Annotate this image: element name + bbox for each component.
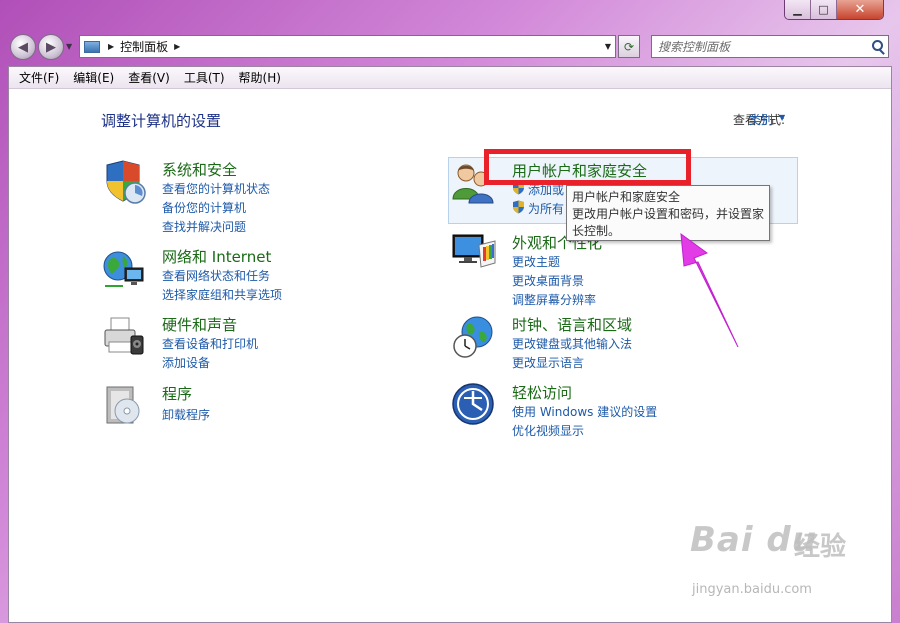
close-button[interactable]: ✕ xyxy=(837,0,883,19)
chevron-down-icon[interactable]: ▼ xyxy=(779,113,785,122)
category-title[interactable]: 硬件和声音 xyxy=(162,314,237,335)
programs-icon xyxy=(106,386,140,424)
menu-help[interactable]: 帮助(H) xyxy=(233,69,287,86)
watermark-text: 经验 xyxy=(794,532,847,562)
link-troubleshoot[interactable]: 查找并解决问题 xyxy=(162,218,246,235)
forward-button[interactable]: ▶ xyxy=(38,34,64,60)
uac-shield-icon xyxy=(513,200,524,214)
back-button[interactable]: ◀ xyxy=(10,34,36,60)
link-network-status[interactable]: 查看网络状态和任务 xyxy=(162,267,270,284)
category-programs: 程序 卸载程序 xyxy=(101,383,401,428)
category-title[interactable]: 时钟、语言和区域 xyxy=(512,314,632,335)
minimize-icon: ▁ xyxy=(793,3,802,16)
close-icon: ✕ xyxy=(854,2,866,17)
view-mode-selector[interactable]: 类别 xyxy=(749,111,773,128)
printer-icon xyxy=(104,317,144,355)
category-title[interactable]: 程序 xyxy=(162,383,192,404)
menu-tools[interactable]: 工具(T) xyxy=(178,69,231,86)
tooltip: 用户帐户和家庭安全 更改用户帐户设置和密码，并设置家长控制。 xyxy=(566,185,770,241)
tooltip-title: 用户帐户和家庭安全 xyxy=(572,190,681,204)
category-ease-of-access: 轻松访问 使用 Windows 建议的设置 优化视频显示 xyxy=(451,380,751,438)
tooltip-description: 更改用户帐户设置和密码，并设置家长控制。 xyxy=(572,207,765,238)
link-desktop-background[interactable]: 更改桌面背景 xyxy=(512,272,584,289)
window-controls: ▁ □ ✕ xyxy=(784,0,884,20)
watermark-url: jingyan.baidu.com xyxy=(692,582,812,597)
category-title[interactable]: 系统和安全 xyxy=(162,159,237,180)
ease-of-access-icon xyxy=(452,383,494,425)
recent-pages-dropdown[interactable]: ▼ xyxy=(66,42,72,51)
control-panel-icon xyxy=(84,40,100,53)
shield-icon xyxy=(106,160,146,204)
globe-network-icon xyxy=(103,251,144,287)
link-view-computer-status[interactable]: 查看您的计算机状态 xyxy=(162,180,270,197)
clock-globe-icon xyxy=(453,316,493,358)
minimize-button[interactable]: ▁ xyxy=(785,0,811,19)
arrow-left-icon: ◀ xyxy=(18,39,28,55)
menu-bar: 文件(F) 编辑(E) 查看(V) 工具(T) 帮助(H) xyxy=(9,67,891,89)
menu-file[interactable]: 文件(F) xyxy=(13,69,65,86)
category-network-internet: 网络和 Internet 查看网络状态和任务 选择家庭组和共享选项 xyxy=(101,246,401,303)
search-input[interactable] xyxy=(652,36,862,57)
link-backup-computer[interactable]: 备份您的计算机 xyxy=(162,199,246,216)
refresh-button[interactable]: ⟳ xyxy=(618,35,640,58)
link-display-language[interactable]: 更改显示语言 xyxy=(512,354,584,371)
maximize-icon: □ xyxy=(818,3,829,16)
link-homegroup[interactable]: 选择家庭组和共享选项 xyxy=(162,286,282,303)
category-title[interactable]: 轻松访问 xyxy=(512,382,572,403)
search-box xyxy=(651,35,889,58)
link-add-device[interactable]: 添加设备 xyxy=(162,354,210,371)
address-bar[interactable]: ▶ 控制面板 ▶ ▼ xyxy=(79,35,616,58)
link-keyboard-input[interactable]: 更改键盘或其他输入法 xyxy=(512,335,632,352)
link-change-theme[interactable]: 更改主题 xyxy=(512,253,560,270)
category-title[interactable]: 网络和 Internet xyxy=(162,246,271,267)
chevron-right-icon[interactable]: ▶ xyxy=(108,42,114,51)
category-hardware-sound: 硬件和声音 查看设备和打印机 添加设备 xyxy=(101,314,401,371)
navigation-bar: ◀ ▶ ▼ ▶ 控制面板 ▶ ▼ ⟳ xyxy=(0,30,900,62)
baidu-watermark: Bai du 经验 jingyan.baidu.com xyxy=(690,520,890,610)
search-icon[interactable] xyxy=(872,40,883,51)
menu-edit[interactable]: 编辑(E) xyxy=(67,69,120,86)
category-clock-language-region: 时钟、语言和区域 更改键盘或其他输入法 更改显示语言 xyxy=(451,314,751,371)
breadcrumb-control-panel[interactable]: 控制面板 xyxy=(120,38,168,55)
page-title: 调整计算机的设置 xyxy=(101,112,222,130)
arrow-right-icon: ▶ xyxy=(46,39,56,55)
link-devices-printers[interactable]: 查看设备和打印机 xyxy=(162,335,258,352)
chevron-right-icon[interactable]: ▶ xyxy=(174,42,180,51)
link-optimize-display[interactable]: 优化视频显示 xyxy=(512,422,584,439)
link-windows-recommended[interactable]: 使用 Windows 建议的设置 xyxy=(512,403,657,420)
chevron-down-icon[interactable]: ▼ xyxy=(605,42,611,51)
display-palette-icon xyxy=(452,234,496,268)
category-system-security: 系统和安全 查看您的计算机状态 备份您的计算机 查找并解决问题 xyxy=(101,159,401,234)
refresh-icon: ⟳ xyxy=(623,39,635,54)
link-screen-resolution[interactable]: 调整屏幕分辨率 xyxy=(512,291,596,308)
highlight-annotation-box xyxy=(484,149,691,185)
menu-view[interactable]: 查看(V) xyxy=(122,69,176,86)
link-uninstall-program[interactable]: 卸载程序 xyxy=(162,406,210,423)
maximize-button[interactable]: □ xyxy=(811,0,837,19)
title-bar: ▁ □ ✕ xyxy=(0,0,900,30)
link-parental-controls[interactable]: 为所有 xyxy=(528,200,564,217)
